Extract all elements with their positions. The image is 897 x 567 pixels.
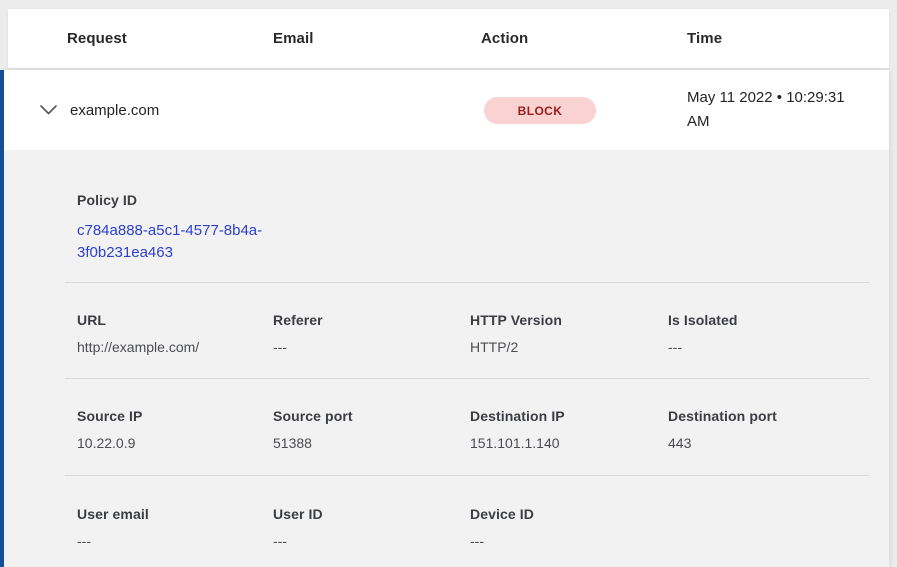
field-is-isolated-value: --- [668,339,867,355]
field-source-ip: Source IP 10.22.0.9 [77,408,273,451]
field-source-ip-value: 10.22.0.9 [77,435,273,451]
field-destination-port-label: Destination port [668,408,867,424]
divider [65,378,869,379]
field-referer: Referer --- [273,312,470,355]
field-user-id: User ID --- [273,506,470,549]
column-header-request: Request [67,9,127,68]
field-device-id-label: Device ID [470,506,668,522]
detail-row-http: URL http://example.com/ Referer --- HTTP… [77,312,867,355]
column-header-email: Email [273,9,314,68]
table-header: Request Email Action Time [8,9,889,68]
row-details-panel: Policy ID c784a888-a5c1-4577-8b4a-3f0b23… [0,150,889,567]
field-empty [668,506,867,549]
policy-id-link[interactable]: c784a888-a5c1-4577-8b4a-3f0b231ea463 [77,220,287,264]
field-source-port-value: 51388 [273,435,470,451]
field-user-id-label: User ID [273,506,470,522]
field-is-isolated-label: Is Isolated [668,312,867,328]
field-url: URL http://example.com/ [77,312,273,355]
field-url-value: http://example.com/ [77,339,273,355]
log-row[interactable]: example.com BLOCK May 11 2022 • 10:29:31… [0,70,889,150]
policy-id-field: Policy ID c784a888-a5c1-4577-8b4a-3f0b23… [77,192,287,264]
field-referer-label: Referer [273,312,470,328]
action-badge: BLOCK [484,97,596,124]
field-source-port-label: Source port [273,408,470,424]
field-source-ip-label: Source IP [77,408,273,424]
policy-id-label: Policy ID [77,192,287,208]
log-row-expanded: example.com BLOCK May 11 2022 • 10:29:31… [0,70,889,567]
field-user-email-label: User email [77,506,273,522]
field-destination-ip-value: 151.101.1.140 [470,435,668,451]
field-http-version: HTTP Version HTTP/2 [470,312,668,355]
field-user-id-value: --- [273,533,470,549]
row-accent-bar [0,70,4,567]
field-device-id: Device ID --- [470,506,668,549]
column-header-action: Action [481,9,528,68]
detail-row-user: User email --- User ID --- Device ID --- [77,506,867,549]
field-destination-port: Destination port 443 [668,408,867,451]
field-is-isolated: Is Isolated --- [668,312,867,355]
field-url-label: URL [77,312,273,328]
field-source-port: Source port 51388 [273,408,470,451]
field-device-id-value: --- [470,533,668,549]
field-http-version-label: HTTP Version [470,312,668,328]
field-user-email: User email --- [77,506,273,549]
field-http-version-value: HTTP/2 [470,339,668,355]
field-user-email-value: --- [77,533,273,549]
column-header-time: Time [687,9,722,68]
row-request: example.com [70,70,159,150]
detail-row-network: Source IP 10.22.0.9 Source port 51388 De… [77,408,867,451]
field-destination-ip: Destination IP 151.101.1.140 [470,408,668,451]
field-destination-port-value: 443 [668,435,867,451]
divider [65,475,869,476]
gateway-logs-view: Request Email Action Time example.com BL… [0,0,897,567]
row-time: May 11 2022 • 10:29:31 AM [687,86,867,134]
chevron-down-icon[interactable] [39,103,57,117]
field-referer-value: --- [273,339,470,355]
divider [65,282,869,283]
field-destination-ip-label: Destination IP [470,408,668,424]
